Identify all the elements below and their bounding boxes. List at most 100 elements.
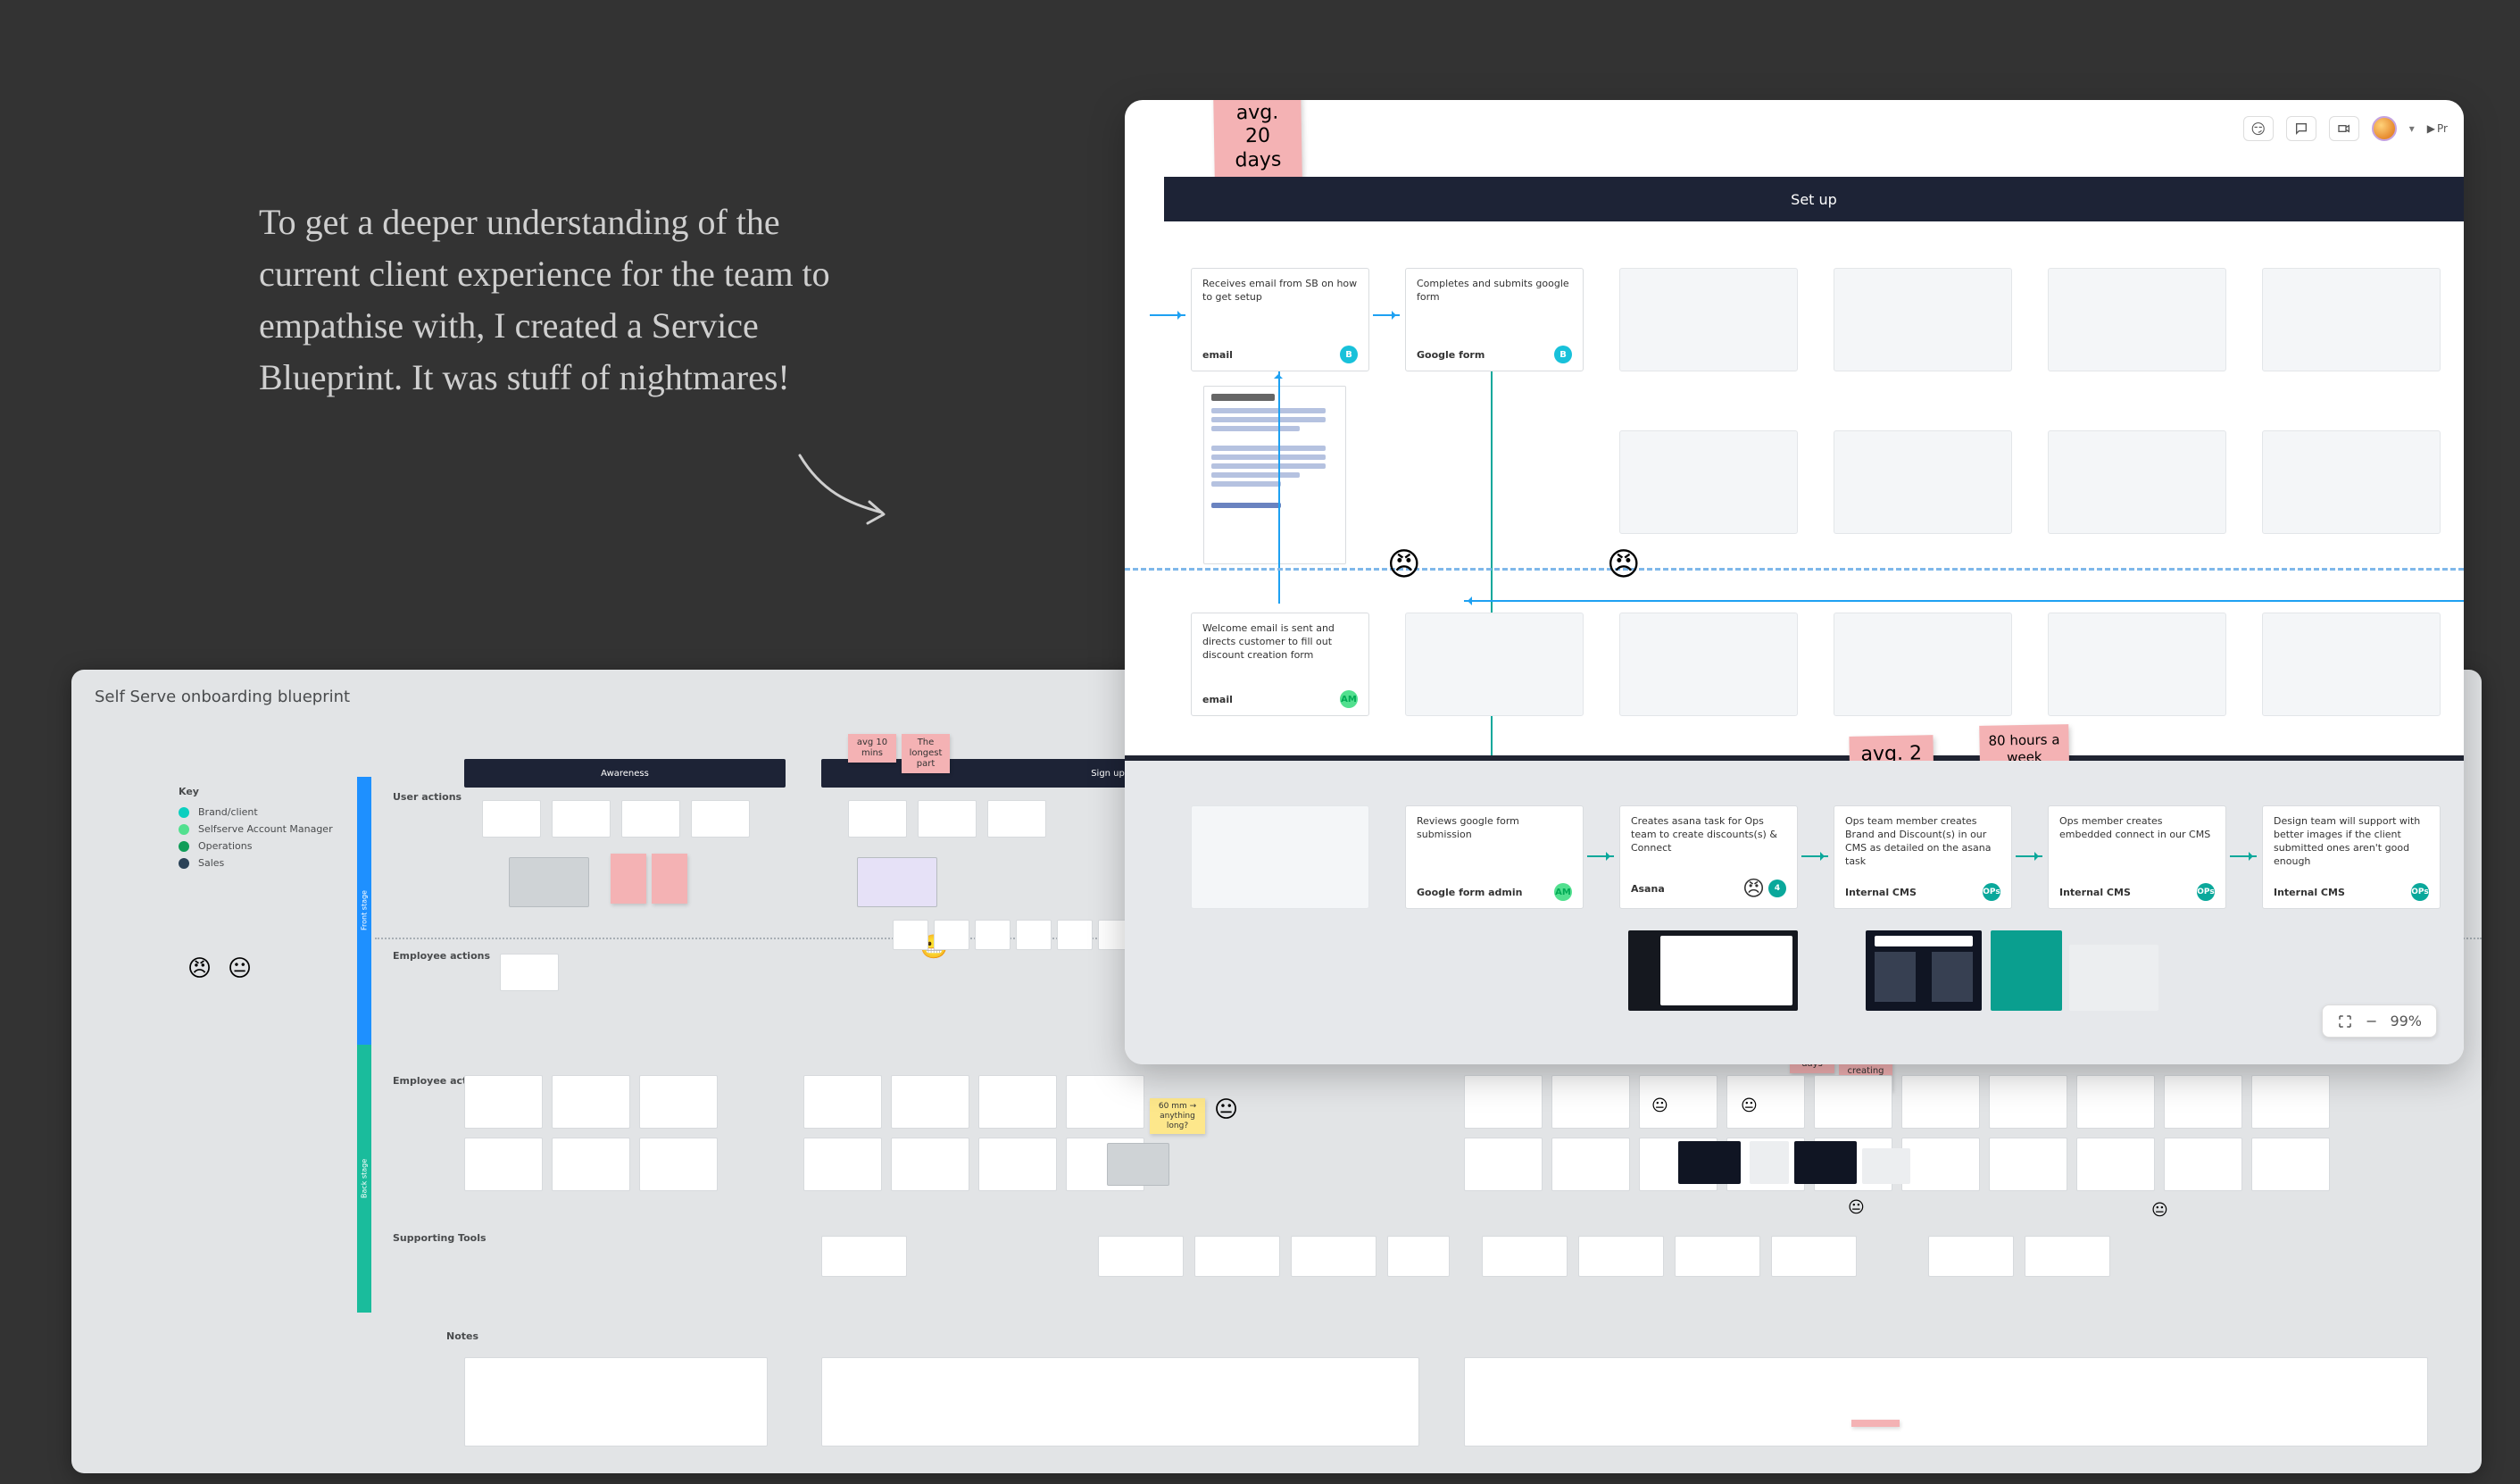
blueprint-box-design[interactable]: Design team will support with better ima… (2262, 805, 2441, 909)
blueprint-box-reviews[interactable]: Reviews google form submission Google fo… (1405, 805, 1584, 909)
notes-card[interactable] (1464, 1357, 2428, 1446)
tiny-card[interactable] (893, 920, 928, 950)
zoom-out-button[interactable]: − (2366, 1013, 2377, 1030)
front-stage-ribbon: Front stage (357, 777, 371, 1045)
card[interactable] (2164, 1138, 2242, 1191)
neutral-emoji-icon: 😐 (1741, 1096, 1758, 1115)
card[interactable] (1814, 1075, 1892, 1129)
chevron-down-icon[interactable]: ▾ (2409, 122, 2415, 135)
card[interactable] (978, 1075, 1057, 1129)
card[interactable] (2076, 1075, 2155, 1129)
box-desc: Completes and submits google form (1417, 278, 1572, 304)
ghost-card (2048, 613, 2226, 716)
box-tool: Internal CMS (2059, 887, 2131, 898)
card[interactable] (1551, 1138, 1630, 1191)
card[interactable] (2164, 1075, 2242, 1129)
tool-card[interactable] (821, 1236, 907, 1277)
sticky-avg20[interactable]: avg. 20 days (1213, 100, 1302, 180)
ghost-card (1405, 613, 1584, 716)
card[interactable] (918, 800, 977, 838)
tool-card[interactable] (1482, 1236, 1568, 1277)
card[interactable] (891, 1138, 969, 1191)
tiny-card[interactable] (975, 920, 1010, 950)
blueprint-box-receives[interactable]: Receives email from SB on how to get set… (1191, 268, 1369, 371)
flow-arrow-icon (2230, 855, 2257, 857)
zoom-value[interactable]: 99% (2390, 1013, 2422, 1030)
card[interactable] (552, 1138, 630, 1191)
card[interactable] (2076, 1138, 2155, 1191)
card[interactable] (639, 1138, 718, 1191)
tool-card[interactable] (1291, 1236, 1376, 1277)
sticky-avg10[interactable]: avg 10 mins (848, 734, 896, 763)
box-tool: email (1202, 349, 1233, 361)
legend-label: Sales (198, 857, 224, 869)
tool-card[interactable] (1928, 1236, 2014, 1277)
user-avatar[interactable] (2372, 116, 2397, 141)
card[interactable] (464, 1138, 543, 1191)
frame-icon[interactable] (2337, 1013, 2353, 1030)
notes-card[interactable] (821, 1357, 1419, 1446)
card[interactable] (1551, 1075, 1630, 1129)
card[interactable] (621, 800, 680, 838)
card[interactable] (1901, 1075, 1980, 1129)
legend-row: Selfserve Account Manager (179, 823, 333, 835)
card[interactable] (552, 1075, 630, 1129)
card[interactable] (2251, 1075, 2330, 1129)
ghost-card (1834, 613, 2012, 716)
comment-button[interactable] (2286, 116, 2316, 141)
card[interactable] (891, 1075, 969, 1129)
blueprint-box-ops-embed[interactable]: Ops member creates embedded connect in o… (2048, 805, 2226, 909)
card[interactable] (1726, 1075, 1805, 1129)
screenshot-thumb (1862, 1148, 1910, 1184)
tool-card[interactable] (1194, 1236, 1280, 1277)
card[interactable] (1464, 1138, 1543, 1191)
present-button[interactable]: ▶ Pr (2427, 122, 2448, 135)
tool-card[interactable] (1771, 1236, 1857, 1277)
tiny-card[interactable] (1057, 920, 1093, 950)
thumb-sticky (611, 854, 646, 904)
flow-arrow-icon (1587, 855, 1614, 857)
box-desc: Ops member creates embedded connect in o… (2059, 815, 2215, 842)
annotation-text: To get a deeper understanding of the cur… (259, 196, 866, 404)
reactions-button[interactable]: 😏 (2243, 116, 2274, 141)
card-row (500, 954, 559, 991)
card[interactable] (848, 800, 907, 838)
card[interactable] (1464, 1075, 1543, 1129)
tool-card[interactable] (1578, 1236, 1664, 1277)
notes-card[interactable] (464, 1357, 768, 1446)
sticky-note[interactable] (1851, 1420, 1900, 1427)
card[interactable] (1901, 1138, 1980, 1191)
card[interactable] (691, 800, 750, 838)
card[interactable] (1066, 1075, 1144, 1129)
tool-card[interactable] (1098, 1236, 1184, 1277)
sticky-longest[interactable]: The longest part (902, 734, 950, 773)
back-stage-ribbon: Back stage (357, 1045, 371, 1313)
neutral-emoji-icon: 😐 (1651, 1096, 1668, 1115)
card[interactable] (552, 800, 611, 838)
card[interactable] (464, 1075, 543, 1129)
blueprint-box-welcome[interactable]: Welcome email is sent and directs custom… (1191, 613, 1369, 716)
tool-card[interactable] (1675, 1236, 1760, 1277)
blueprint-box-creates-task[interactable]: Creates asana task for Ops team to creat… (1619, 805, 1798, 909)
tiny-card[interactable] (934, 920, 969, 950)
card[interactable] (482, 800, 541, 838)
card[interactable] (500, 954, 559, 991)
card[interactable] (987, 800, 1046, 838)
card[interactable] (639, 1075, 718, 1129)
tiny-card[interactable] (1016, 920, 1052, 950)
card[interactable] (978, 1138, 1057, 1191)
blueprint-box-completes[interactable]: Completes and submits google form Google… (1405, 268, 1584, 371)
tool-card[interactable] (2025, 1236, 2110, 1277)
sticky-sixty[interactable]: 60 mm → anything long? (1150, 1098, 1205, 1134)
video-button[interactable] (2329, 116, 2359, 141)
card[interactable] (803, 1138, 882, 1191)
tool-card[interactable] (1387, 1236, 1450, 1277)
screenshot-thumb (1628, 930, 1798, 1011)
card[interactable] (803, 1075, 882, 1129)
card[interactable] (1989, 1138, 2067, 1191)
whiteboard-closeup[interactable]: 😏 ▾ ▶ Pr avg. 20 days Set up Receives em… (1125, 100, 2464, 1064)
card[interactable] (2251, 1138, 2330, 1191)
video-icon (2337, 121, 2351, 136)
card[interactable] (1989, 1075, 2067, 1129)
blueprint-box-ops-brand[interactable]: Ops team member creates Brand and Discou… (1834, 805, 2012, 909)
